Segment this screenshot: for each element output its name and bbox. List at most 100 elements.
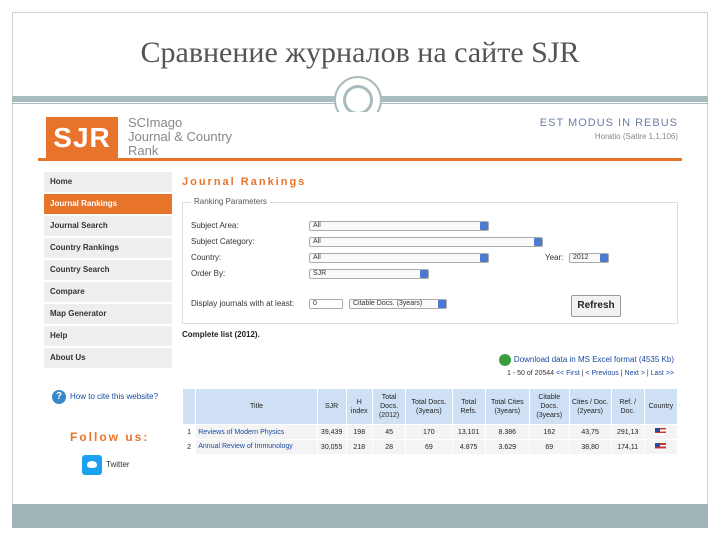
rankings-table: Title SJR H index Total Docs. (2012) Tot… bbox=[181, 388, 679, 455]
col-h-index[interactable]: H index bbox=[345, 388, 374, 425]
table-row: 2 Annual Review of Immunology 30,055 218… bbox=[181, 439, 679, 455]
sidebar: Home Journal Rankings Journal Search Cou… bbox=[44, 172, 172, 370]
follow-us-heading: Follow us: bbox=[70, 430, 150, 444]
row-h-index: 198 bbox=[345, 424, 374, 440]
chevron-down-icon bbox=[438, 300, 446, 308]
row-refs-per-doc: 291,13 bbox=[610, 424, 645, 440]
row-cites-per-doc: 38,80 bbox=[568, 439, 612, 455]
col-refs-per-doc[interactable]: Ref. / Doc. bbox=[610, 388, 645, 425]
logo-text: SCImago Journal & Country Rank bbox=[128, 116, 232, 158]
year-select[interactable]: 2012 bbox=[569, 253, 609, 263]
row-total-docs-3y: 69 bbox=[405, 439, 453, 455]
col-total-docs-2012[interactable]: Total Docs. (2012) bbox=[372, 388, 407, 425]
display-unit-value: Citable Docs. (3years) bbox=[353, 300, 423, 307]
col-citable-docs[interactable]: Citable Docs. (3years) bbox=[528, 388, 570, 425]
sjr-screenshot: SJR SCImago Journal & Country Rank EST M… bbox=[38, 112, 682, 480]
site-header: SJR SCImago Journal & Country Rank EST M… bbox=[38, 112, 682, 162]
complete-list-heading: Complete list (2012). bbox=[182, 330, 260, 339]
display-unit-select[interactable]: Citable Docs. (3years) bbox=[349, 299, 447, 309]
pager-prev-link[interactable]: < Previous bbox=[585, 370, 618, 377]
col-country[interactable]: Country bbox=[643, 388, 679, 425]
row-country bbox=[643, 424, 679, 440]
nav-about-us[interactable]: About Us bbox=[44, 348, 172, 368]
table-header-row: Title SJR H index Total Docs. (2012) Tot… bbox=[181, 388, 679, 425]
year-value: 2012 bbox=[573, 254, 589, 261]
nav-help[interactable]: Help bbox=[44, 326, 172, 346]
col-total-cites[interactable]: Total Cites (3years) bbox=[484, 388, 530, 425]
motto-source: Horatio (Satire 1,1,106) bbox=[594, 132, 678, 141]
nav-journal-rankings[interactable]: Journal Rankings bbox=[44, 194, 172, 214]
page-title: Journal Rankings bbox=[182, 176, 307, 188]
header-divider bbox=[38, 158, 682, 161]
pager-last-link[interactable]: Last >> bbox=[651, 370, 674, 377]
country-select[interactable]: All bbox=[309, 253, 489, 263]
slide-title: Сравнение журналов на сайте SJR bbox=[140, 36, 580, 69]
row-total-docs-2012: 28 bbox=[372, 439, 407, 455]
bottom-bar bbox=[12, 504, 708, 528]
col-title[interactable]: Title bbox=[195, 388, 318, 425]
journal-title-link[interactable]: Reviews of Modern Physics bbox=[195, 424, 318, 440]
nav-map-generator[interactable]: Map Generator bbox=[44, 304, 172, 324]
subject-category-value: All bbox=[313, 238, 321, 245]
refresh-button[interactable]: Refresh bbox=[571, 295, 621, 317]
row-citable-docs: 162 bbox=[528, 424, 570, 440]
col-sjr[interactable]: SJR bbox=[316, 388, 347, 425]
row-total-refs: 4.875 bbox=[451, 439, 486, 455]
col-cites-per-doc[interactable]: Cites / Doc. (2years) bbox=[568, 388, 612, 425]
question-icon: ? bbox=[52, 390, 66, 404]
download-excel-link[interactable]: Download data in MS Excel format (4535 K… bbox=[498, 354, 674, 366]
cite-link[interactable]: ? How to cite this website? bbox=[52, 390, 158, 404]
chevron-down-icon bbox=[420, 270, 428, 278]
subject-category-select[interactable]: All bbox=[309, 237, 543, 247]
row-total-refs: 13.101 bbox=[451, 424, 486, 440]
display-min-input[interactable]: 0 bbox=[309, 299, 343, 309]
logo-line-1: SCImago bbox=[128, 115, 183, 130]
row-cites-per-doc: 43,75 bbox=[568, 424, 612, 440]
motto: EST MODUS IN REBUS bbox=[539, 117, 678, 129]
sjr-logo[interactable]: SJR bbox=[46, 117, 118, 159]
row-sjr: 39,439 bbox=[316, 424, 347, 440]
year-label: Year: bbox=[545, 253, 564, 262]
nav-home[interactable]: Home bbox=[44, 172, 172, 192]
journal-title-link[interactable]: Annual Review of Immunology bbox=[195, 439, 318, 455]
download-icon bbox=[498, 354, 511, 366]
display-label: Display journals with at least: bbox=[191, 299, 295, 308]
nav-country-rankings[interactable]: Country Rankings bbox=[44, 238, 172, 258]
row-h-index: 218 bbox=[345, 439, 374, 455]
table-row: 1 Reviews of Modern Physics 39,439 198 4… bbox=[181, 424, 679, 440]
nav-country-search[interactable]: Country Search bbox=[44, 260, 172, 280]
row-rank: 2 bbox=[181, 439, 197, 455]
pager-first-link[interactable]: << First bbox=[556, 370, 580, 377]
pager-next-link[interactable]: Next > bbox=[624, 370, 644, 377]
params-legend: Ranking Parameters bbox=[191, 197, 270, 206]
nav-journal-search[interactable]: Journal Search bbox=[44, 216, 172, 236]
subject-area-value: All bbox=[313, 222, 321, 229]
country-label: Country: bbox=[191, 253, 222, 262]
col-total-docs-3y[interactable]: Total Docs. (3years) bbox=[405, 388, 453, 425]
twitter-link[interactable]: Twitter bbox=[82, 455, 130, 475]
chevron-down-icon bbox=[534, 238, 542, 246]
ranking-parameters: Ranking Parameters Subject Area: All Sub… bbox=[182, 197, 678, 324]
col-total-refs[interactable]: Total Refs. bbox=[451, 388, 486, 425]
us-flag-icon bbox=[655, 427, 667, 435]
country-value: All bbox=[313, 254, 321, 261]
row-rank: 1 bbox=[181, 424, 197, 440]
row-country bbox=[643, 439, 679, 455]
download-label: Download data in MS Excel format (4535 K… bbox=[513, 355, 674, 365]
chevron-down-icon bbox=[480, 222, 488, 230]
logo-line-2: Journal & Country bbox=[128, 129, 233, 144]
order-by-value: SJR bbox=[313, 270, 327, 277]
us-flag-icon bbox=[655, 442, 667, 450]
pager-range: 1 - 50 of 20544 bbox=[506, 370, 555, 377]
subject-area-select[interactable]: All bbox=[309, 221, 489, 231]
row-sjr: 30,055 bbox=[316, 439, 347, 455]
nav-compare[interactable]: Compare bbox=[44, 282, 172, 302]
logo-line-3: Rank bbox=[128, 143, 159, 158]
order-by-label: Order By: bbox=[191, 269, 226, 278]
row-refs-per-doc: 174,11 bbox=[610, 439, 645, 455]
cite-label: How to cite this website? bbox=[70, 392, 159, 402]
order-by-select[interactable]: SJR bbox=[309, 269, 429, 279]
row-citable-docs: 69 bbox=[528, 439, 570, 455]
twitter-label: Twitter bbox=[106, 460, 130, 470]
twitter-icon bbox=[82, 455, 102, 475]
